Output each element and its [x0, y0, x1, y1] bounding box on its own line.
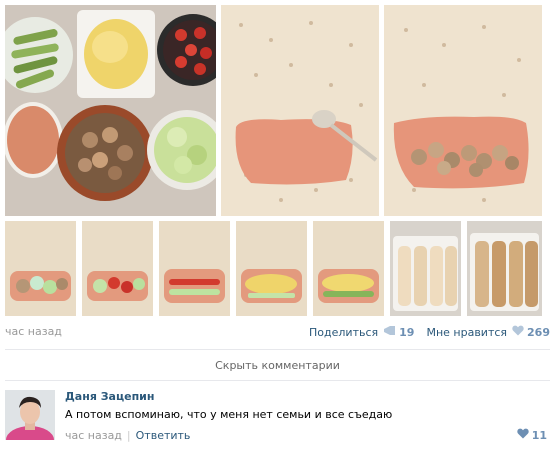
- comment-separator: |: [126, 429, 131, 442]
- photo-rolls[interactable]: [390, 221, 461, 316]
- share-button[interactable]: Поделиться 19: [309, 325, 414, 339]
- comment-author[interactable]: Даня Зацепин: [65, 390, 154, 403]
- comment-timestamp[interactable]: час назад: [65, 429, 122, 442]
- photo-lavash-chicken[interactable]: [384, 5, 542, 216]
- photo-step-1[interactable]: [5, 221, 76, 316]
- photo-grilled-rolls[interactable]: [467, 221, 542, 316]
- hide-comments-button[interactable]: Скрыть комментарии: [5, 349, 550, 381]
- heart-icon: [512, 325, 524, 339]
- photo-step-3[interactable]: [159, 221, 230, 316]
- avatar[interactable]: [5, 390, 55, 440]
- reply-button[interactable]: Ответить: [136, 429, 191, 442]
- share-label: Поделиться: [309, 325, 379, 339]
- photo-step-2[interactable]: [82, 221, 153, 316]
- comment-like-button[interactable]: 11: [517, 428, 547, 442]
- like-button[interactable]: Мне нравится 269: [426, 325, 550, 339]
- post-actions: Поделиться 19 Мне нравится 269: [309, 323, 550, 341]
- share-count: 19: [399, 325, 415, 339]
- hide-comments-label: Скрыть комментарии: [215, 358, 340, 372]
- heart-icon: [517, 428, 529, 442]
- comment-text: А потом вспоминаю, что у меня нет семьи …: [65, 408, 393, 421]
- like-count: 269: [527, 325, 550, 339]
- post-meta: час назад Поделиться 19 Мне нравится 269: [5, 323, 550, 341]
- megaphone-icon: [383, 325, 396, 339]
- photo-lavash-sauce[interactable]: [221, 5, 379, 216]
- comment-like-count: 11: [531, 428, 547, 442]
- like-label: Мне нравится: [426, 325, 508, 339]
- comment-meta: час назад | Ответить: [65, 429, 190, 442]
- photo-step-5[interactable]: [313, 221, 384, 316]
- post-timestamp[interactable]: час назад: [5, 325, 62, 338]
- photo-ingredients[interactable]: [5, 5, 216, 216]
- photo-step-4[interactable]: [236, 221, 307, 316]
- comment: Даня Зацепин А потом вспоминаю, что у ме…: [5, 387, 550, 447]
